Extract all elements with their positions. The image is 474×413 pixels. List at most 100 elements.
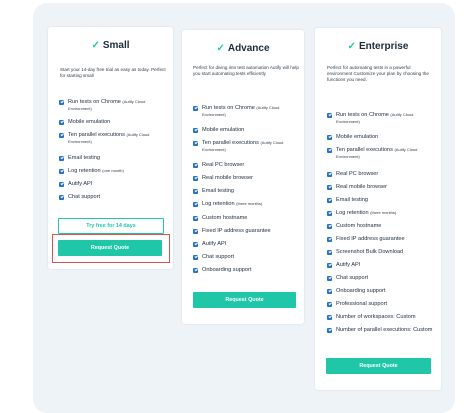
feature-text: Real mobile browser <box>336 184 387 190</box>
feature-text: Chat support <box>202 254 235 260</box>
feature-item: Real PC browser <box>193 162 299 169</box>
feature-text: Real mobile browser <box>202 175 253 181</box>
checkbox-icon <box>193 201 198 207</box>
feature-item: Chat support <box>59 194 167 201</box>
feature-text: Fixed IP address guarantee <box>202 228 271 234</box>
plan-card-small: ✓ Small Start your 14-day free trial as e… <box>48 27 173 269</box>
feature-label: Real mobile browser <box>202 175 253 182</box>
feature-item: Real mobile browser <box>327 184 437 191</box>
feature-text: Ten parallel executions <box>68 132 125 138</box>
feature-item: Chat support <box>193 254 299 261</box>
checkbox-icon <box>327 301 332 307</box>
checkbox-icon <box>193 162 198 168</box>
feature-item: Chat support <box>327 275 437 282</box>
feature-item: Fixed IP address guarantee <box>193 228 299 235</box>
checkbox-icon <box>327 197 332 203</box>
feature-item: Screenshot Bulk Download <box>327 249 437 256</box>
checkbox-icon <box>59 155 64 161</box>
feature-item: Log retention (one month) <box>59 168 167 175</box>
feature-item: Run tests on Chrome (Autify Cloud Enviro… <box>59 99 167 112</box>
feature-label: Number of parallel executions: Custom <box>336 327 432 334</box>
feature-text: Log retention <box>202 201 235 207</box>
feature-label: Ten parallel executions (Autify Cloud En… <box>202 140 299 153</box>
feature-item: Real PC browser <box>327 171 437 178</box>
feature-item: Email testing <box>193 188 299 195</box>
plan-description: Perfect for diving into test automation … <box>193 65 299 76</box>
checkbox-icon <box>59 119 64 125</box>
feature-label: Onboarding support <box>336 288 385 295</box>
feature-label: Ten parallel executions (Autify Cloud En… <box>336 147 437 160</box>
checkbox-icon <box>59 168 64 174</box>
feature-item: Fixed IP address guarantee <box>327 236 437 243</box>
feature-item: Email testing <box>59 155 167 162</box>
feature-label: Fixed IP address guarantee <box>336 236 405 243</box>
feature-item: Log retention (three months) <box>327 210 437 217</box>
feature-label: Log retention (three months) <box>336 210 396 217</box>
feature-label: Autify API <box>202 241 226 248</box>
feature-label: Professional support <box>336 301 387 308</box>
feature-label: Number of workspaces: Custom <box>336 314 416 321</box>
feature-label: Email testing <box>336 197 368 204</box>
feature-item: Ten parallel executions (Autify Cloud En… <box>327 147 437 160</box>
checkbox-icon <box>327 275 332 281</box>
feature-label: Custom hostname <box>202 215 247 222</box>
checkbox-icon <box>327 171 332 177</box>
feature-item: Custom hostname <box>193 215 299 222</box>
feature-note: (one month) <box>102 168 124 173</box>
feature-item: Log retention (three months) <box>193 201 299 208</box>
feature-text: Number of parallel executions: Custom <box>336 327 433 333</box>
plan-card-advance: ✓ Advance Perfect for diving into test au… <box>182 30 304 324</box>
checkbox-icon <box>193 175 198 181</box>
feature-label: Screenshot Bulk Download <box>336 249 403 256</box>
request-quote-button[interactable]: Request Quote <box>326 358 431 374</box>
feature-label: Mobile emulation <box>202 127 244 134</box>
checkbox-icon <box>327 327 332 333</box>
feature-text: Chat support <box>68 194 101 200</box>
feature-text: Run tests on Chrome <box>336 112 389 118</box>
checkbox-icon <box>193 188 198 194</box>
feature-item: Autify API <box>59 181 167 188</box>
feature-label: Chat support <box>336 275 368 282</box>
feature-text: Custom hostname <box>336 223 382 229</box>
checkbox-icon <box>327 147 332 153</box>
feature-text: Mobile emulation <box>336 134 379 140</box>
feature-text: Run tests on Chrome <box>202 105 255 111</box>
feature-label: Autify API <box>68 181 92 188</box>
feature-item: Mobile emulation <box>193 127 299 134</box>
feature-item: Ten parallel executions (Autify Cloud En… <box>59 132 167 145</box>
feature-text: Ten parallel executions <box>202 140 259 146</box>
check-icon: ✓ <box>91 40 100 51</box>
checkbox-icon <box>327 288 332 294</box>
plan-description: Perfect for automating tests in a powerf… <box>327 65 429 82</box>
feature-item: Mobile emulation <box>59 119 167 126</box>
feature-text: Real PC browser <box>202 162 245 168</box>
feature-item: Autify API <box>327 262 437 269</box>
feature-item: Email testing <box>327 197 437 204</box>
feature-text: Mobile emulation <box>202 127 245 133</box>
feature-item: Onboarding support <box>327 288 437 295</box>
checkbox-icon <box>59 99 64 105</box>
feature-item: Onboarding support <box>193 267 299 274</box>
feature-label: Email testing <box>202 188 234 195</box>
checkbox-icon <box>327 314 332 320</box>
feature-label: Chat support <box>68 194 100 201</box>
checkbox-icon <box>327 262 332 268</box>
checkbox-icon <box>327 184 332 190</box>
feature-label: Real mobile browser <box>336 184 387 191</box>
highlight-box <box>52 234 170 263</box>
checkbox-icon <box>327 249 332 255</box>
feature-item: Number of parallel executions: Custom <box>327 327 437 334</box>
plan-title: ✓ Advance <box>216 43 270 54</box>
feature-text: Screenshot Bulk Download <box>336 249 404 255</box>
plan-card-enterprise: ✓ Enterprise Perfect for automating tests… <box>315 28 441 390</box>
feature-text: Autify API <box>336 262 361 268</box>
free-trial-button[interactable]: Try free for 14 days <box>58 218 164 234</box>
feature-label: Chat support <box>202 254 234 261</box>
checkbox-icon <box>193 241 198 247</box>
feature-item: Professional support <box>327 301 437 308</box>
feature-text: Autify API <box>68 181 93 187</box>
request-quote-button[interactable]: Request Quote <box>193 292 296 308</box>
feature-label: Run tests on Chrome (Autify Cloud Enviro… <box>202 105 299 118</box>
feature-text: Professional support <box>336 301 387 307</box>
checkbox-icon <box>193 105 198 111</box>
